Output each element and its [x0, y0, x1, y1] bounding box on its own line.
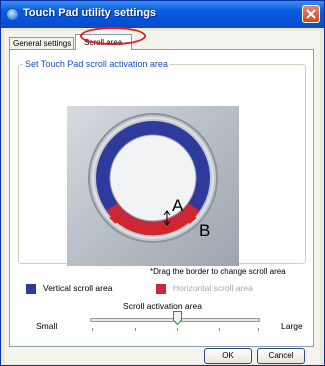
- label-a: A: [172, 196, 184, 215]
- vertical-legend-label: Vertical scroll area: [43, 283, 113, 293]
- label-b: B: [199, 221, 210, 240]
- slider-thumb[interactable]: [173, 311, 182, 326]
- touchpad-diagram[interactable]: A B: [67, 106, 239, 266]
- tab-highlight-annotation: [80, 27, 146, 45]
- slider-tick: [135, 328, 136, 331]
- slider-title: Scroll activation area: [123, 301, 202, 311]
- slider-tick: [92, 328, 93, 331]
- scroll-legend: Vertical scroll area Horizontal scroll a…: [26, 283, 306, 296]
- dialog-content: General settings Scroll area Set Touch P…: [5, 31, 320, 364]
- settings-window: Touch Pad utility settings General setti…: [0, 0, 325, 366]
- drag-hint-text: *Drag the border to change scroll area: [150, 267, 286, 276]
- vertical-swatch: [26, 284, 36, 294]
- cancel-button[interactable]: Cancel: [257, 348, 305, 364]
- window-title: Touch Pad utility settings: [23, 7, 157, 19]
- slider-min-label: Small: [36, 321, 58, 331]
- title-bar[interactable]: Touch Pad utility settings: [1, 1, 324, 28]
- close-button[interactable]: [302, 5, 320, 23]
- group-title: Set Touch Pad scroll activation area: [23, 59, 170, 69]
- touchpad-app-icon: [6, 8, 19, 21]
- scroll-area-panel: Set Touch Pad scroll activation area A B: [9, 49, 314, 347]
- horizontal-swatch: [156, 284, 166, 294]
- slider-tick: [219, 328, 220, 331]
- slider-max-label: Large: [281, 321, 303, 331]
- slider-tick: [258, 328, 259, 331]
- ok-button[interactable]: OK: [204, 348, 252, 364]
- horizontal-legend-label: Horizontal scroll area: [173, 283, 253, 293]
- slider-tick: [177, 328, 178, 331]
